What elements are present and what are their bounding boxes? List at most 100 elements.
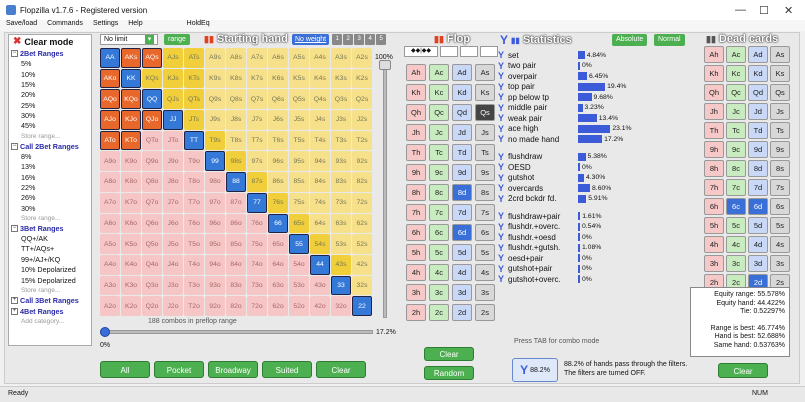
hand-cell[interactable]: J8o	[163, 172, 183, 192]
stat-row[interactable]: Ytop pair 19.4%	[498, 82, 676, 93]
weight-slot-button[interactable]: 4	[365, 34, 376, 45]
card-button[interactable]: 7h	[406, 204, 426, 221]
sidebar-group[interactable]: + Call 3Bet Ranges	[9, 295, 91, 306]
hand-cell[interactable]: 94s	[310, 151, 330, 172]
hand-cell[interactable]: J4s	[310, 110, 330, 130]
hand-cell[interactable]: AQs	[142, 48, 162, 68]
hand-cell[interactable]: J9o	[163, 151, 183, 172]
hand-cell[interactable]: T5o	[184, 234, 204, 254]
stat-row[interactable]: Yovercards 8.60%	[498, 183, 676, 194]
hand-cell[interactable]: 98o	[205, 172, 225, 192]
card-button[interactable]: Js	[770, 103, 790, 120]
hand-cell[interactable]: J3o	[163, 275, 183, 296]
hand-cell[interactable]: J8s	[226, 110, 246, 130]
filter-icon[interactable]: Y	[498, 113, 508, 123]
hand-cell[interactable]: 65s	[289, 213, 309, 234]
flop-slot-1[interactable]	[440, 46, 458, 57]
hand-cell[interactable]: A9s	[205, 48, 225, 68]
card-button[interactable]: 9c	[429, 164, 449, 181]
hand-cell[interactable]: A9o	[100, 151, 120, 172]
card-button[interactable]: 2s	[475, 304, 495, 321]
hand-cell[interactable]: Q4o	[142, 254, 162, 275]
hand-cell[interactable]: QJo	[142, 110, 162, 130]
card-button[interactable]: Ts	[770, 122, 790, 139]
sidebar-range-item[interactable]: 8%	[9, 152, 91, 162]
hand-cell[interactable]: KQo	[121, 89, 141, 110]
card-button[interactable]: Qd	[748, 84, 768, 101]
card-button[interactable]: 6h	[406, 224, 426, 241]
hand-cell[interactable]: KTs	[184, 68, 204, 89]
menu-holdeq[interactable]: HoldEq	[187, 20, 210, 31]
hand-cell[interactable]: Q6s	[268, 89, 288, 110]
hand-cell[interactable]: 62s	[352, 213, 372, 234]
flop-clear-button[interactable]: Clear	[424, 347, 474, 361]
hand-cell[interactable]: T2s	[352, 130, 372, 151]
hand-cell[interactable]: AKs	[121, 48, 141, 68]
range-slider-horizontal[interactable]	[100, 327, 373, 337]
hand-cell[interactable]: 75o	[247, 234, 267, 254]
range-all-button[interactable]: All	[100, 361, 150, 378]
stat-row[interactable]: Ygutshot 4.30%	[498, 173, 676, 184]
card-button[interactable]: 2d	[452, 304, 472, 321]
card-button[interactable]: Qs	[475, 104, 495, 121]
absolute-button[interactable]: Absolute	[612, 34, 648, 46]
hand-cell[interactable]: QJs	[163, 89, 183, 110]
filter-icon[interactable]: Y	[498, 222, 508, 232]
card-button[interactable]: 6d	[748, 198, 768, 215]
stat-row[interactable]: Ygutshot+pair 0%	[498, 264, 676, 275]
hand-cell[interactable]: T3s	[331, 130, 351, 151]
flop-slot-2[interactable]	[460, 46, 478, 57]
sidebar-range-item[interactable]: 13%	[9, 162, 91, 172]
card-button[interactable]: 9s	[475, 164, 495, 181]
stat-row[interactable]: Ypp below tp 9.68%	[498, 92, 676, 103]
card-button[interactable]: 8d	[452, 184, 472, 201]
card-button[interactable]: 8h	[704, 160, 724, 177]
card-button[interactable]: As	[475, 64, 495, 81]
card-button[interactable]: Td	[748, 122, 768, 139]
card-button[interactable]: 6c	[726, 198, 746, 215]
hand-cell[interactable]: 87s	[247, 172, 267, 192]
hand-cell[interactable]: T4o	[184, 254, 204, 275]
card-button[interactable]: 5c	[726, 217, 746, 234]
slider-thumb[interactable]	[379, 60, 391, 70]
hand-cell[interactable]: 84o	[226, 254, 246, 275]
hand-cell[interactable]: 95o	[205, 234, 225, 254]
hand-cell[interactable]: Q6o	[142, 213, 162, 234]
hand-cell[interactable]: 74s	[310, 192, 330, 213]
hand-cell[interactable]: A8s	[226, 48, 246, 68]
card-button[interactable]: 8h	[406, 184, 426, 201]
card-button[interactable]: Ad	[748, 46, 768, 63]
filter-icon[interactable]: Y	[498, 82, 508, 92]
hand-cell[interactable]: A6o	[100, 213, 120, 234]
limit-select[interactable]: No limit ▾	[100, 34, 158, 45]
card-button[interactable]: 4s	[475, 264, 495, 281]
hand-cell[interactable]: J2s	[352, 110, 372, 130]
menu-commands[interactable]: Commands	[47, 20, 83, 31]
filter-icon[interactable]: Y	[498, 274, 508, 284]
card-button[interactable]: 5s	[770, 217, 790, 234]
hand-cell[interactable]: A4o	[100, 254, 120, 275]
weight-slot-button[interactable]: 2	[343, 34, 354, 45]
hand-cell[interactable]: 54s	[310, 234, 330, 254]
filter-icon[interactable]: Y	[498, 264, 508, 274]
store-range-link[interactable]: Store range...	[9, 132, 91, 141]
hand-cell[interactable]: J7o	[163, 192, 183, 213]
hand-cell[interactable]: 43s	[331, 254, 351, 275]
sidebar-range-item[interactable]: 30%	[9, 204, 91, 214]
hand-cell[interactable]: A2o	[100, 296, 120, 316]
card-button[interactable]: 5s	[475, 244, 495, 261]
card-button[interactable]: 8c	[726, 160, 746, 177]
hand-cell[interactable]: A4s	[310, 48, 330, 68]
filter-icon[interactable]: Y	[498, 232, 508, 242]
hand-cell[interactable]: 76s	[268, 192, 288, 213]
hand-cell[interactable]: 77	[247, 192, 267, 213]
hand-cell[interactable]: 83o	[226, 275, 246, 296]
hand-cell[interactable]: JTo	[163, 130, 183, 151]
hand-cell[interactable]: Q8o	[142, 172, 162, 192]
filter-icon[interactable]: Y	[498, 243, 508, 253]
card-button[interactable]: 3h	[406, 284, 426, 301]
card-button[interactable]: 6c	[429, 224, 449, 241]
card-button[interactable]: As	[770, 46, 790, 63]
flop-slot-3[interactable]	[480, 46, 498, 57]
menu-save-load[interactable]: Save/load	[6, 20, 37, 31]
